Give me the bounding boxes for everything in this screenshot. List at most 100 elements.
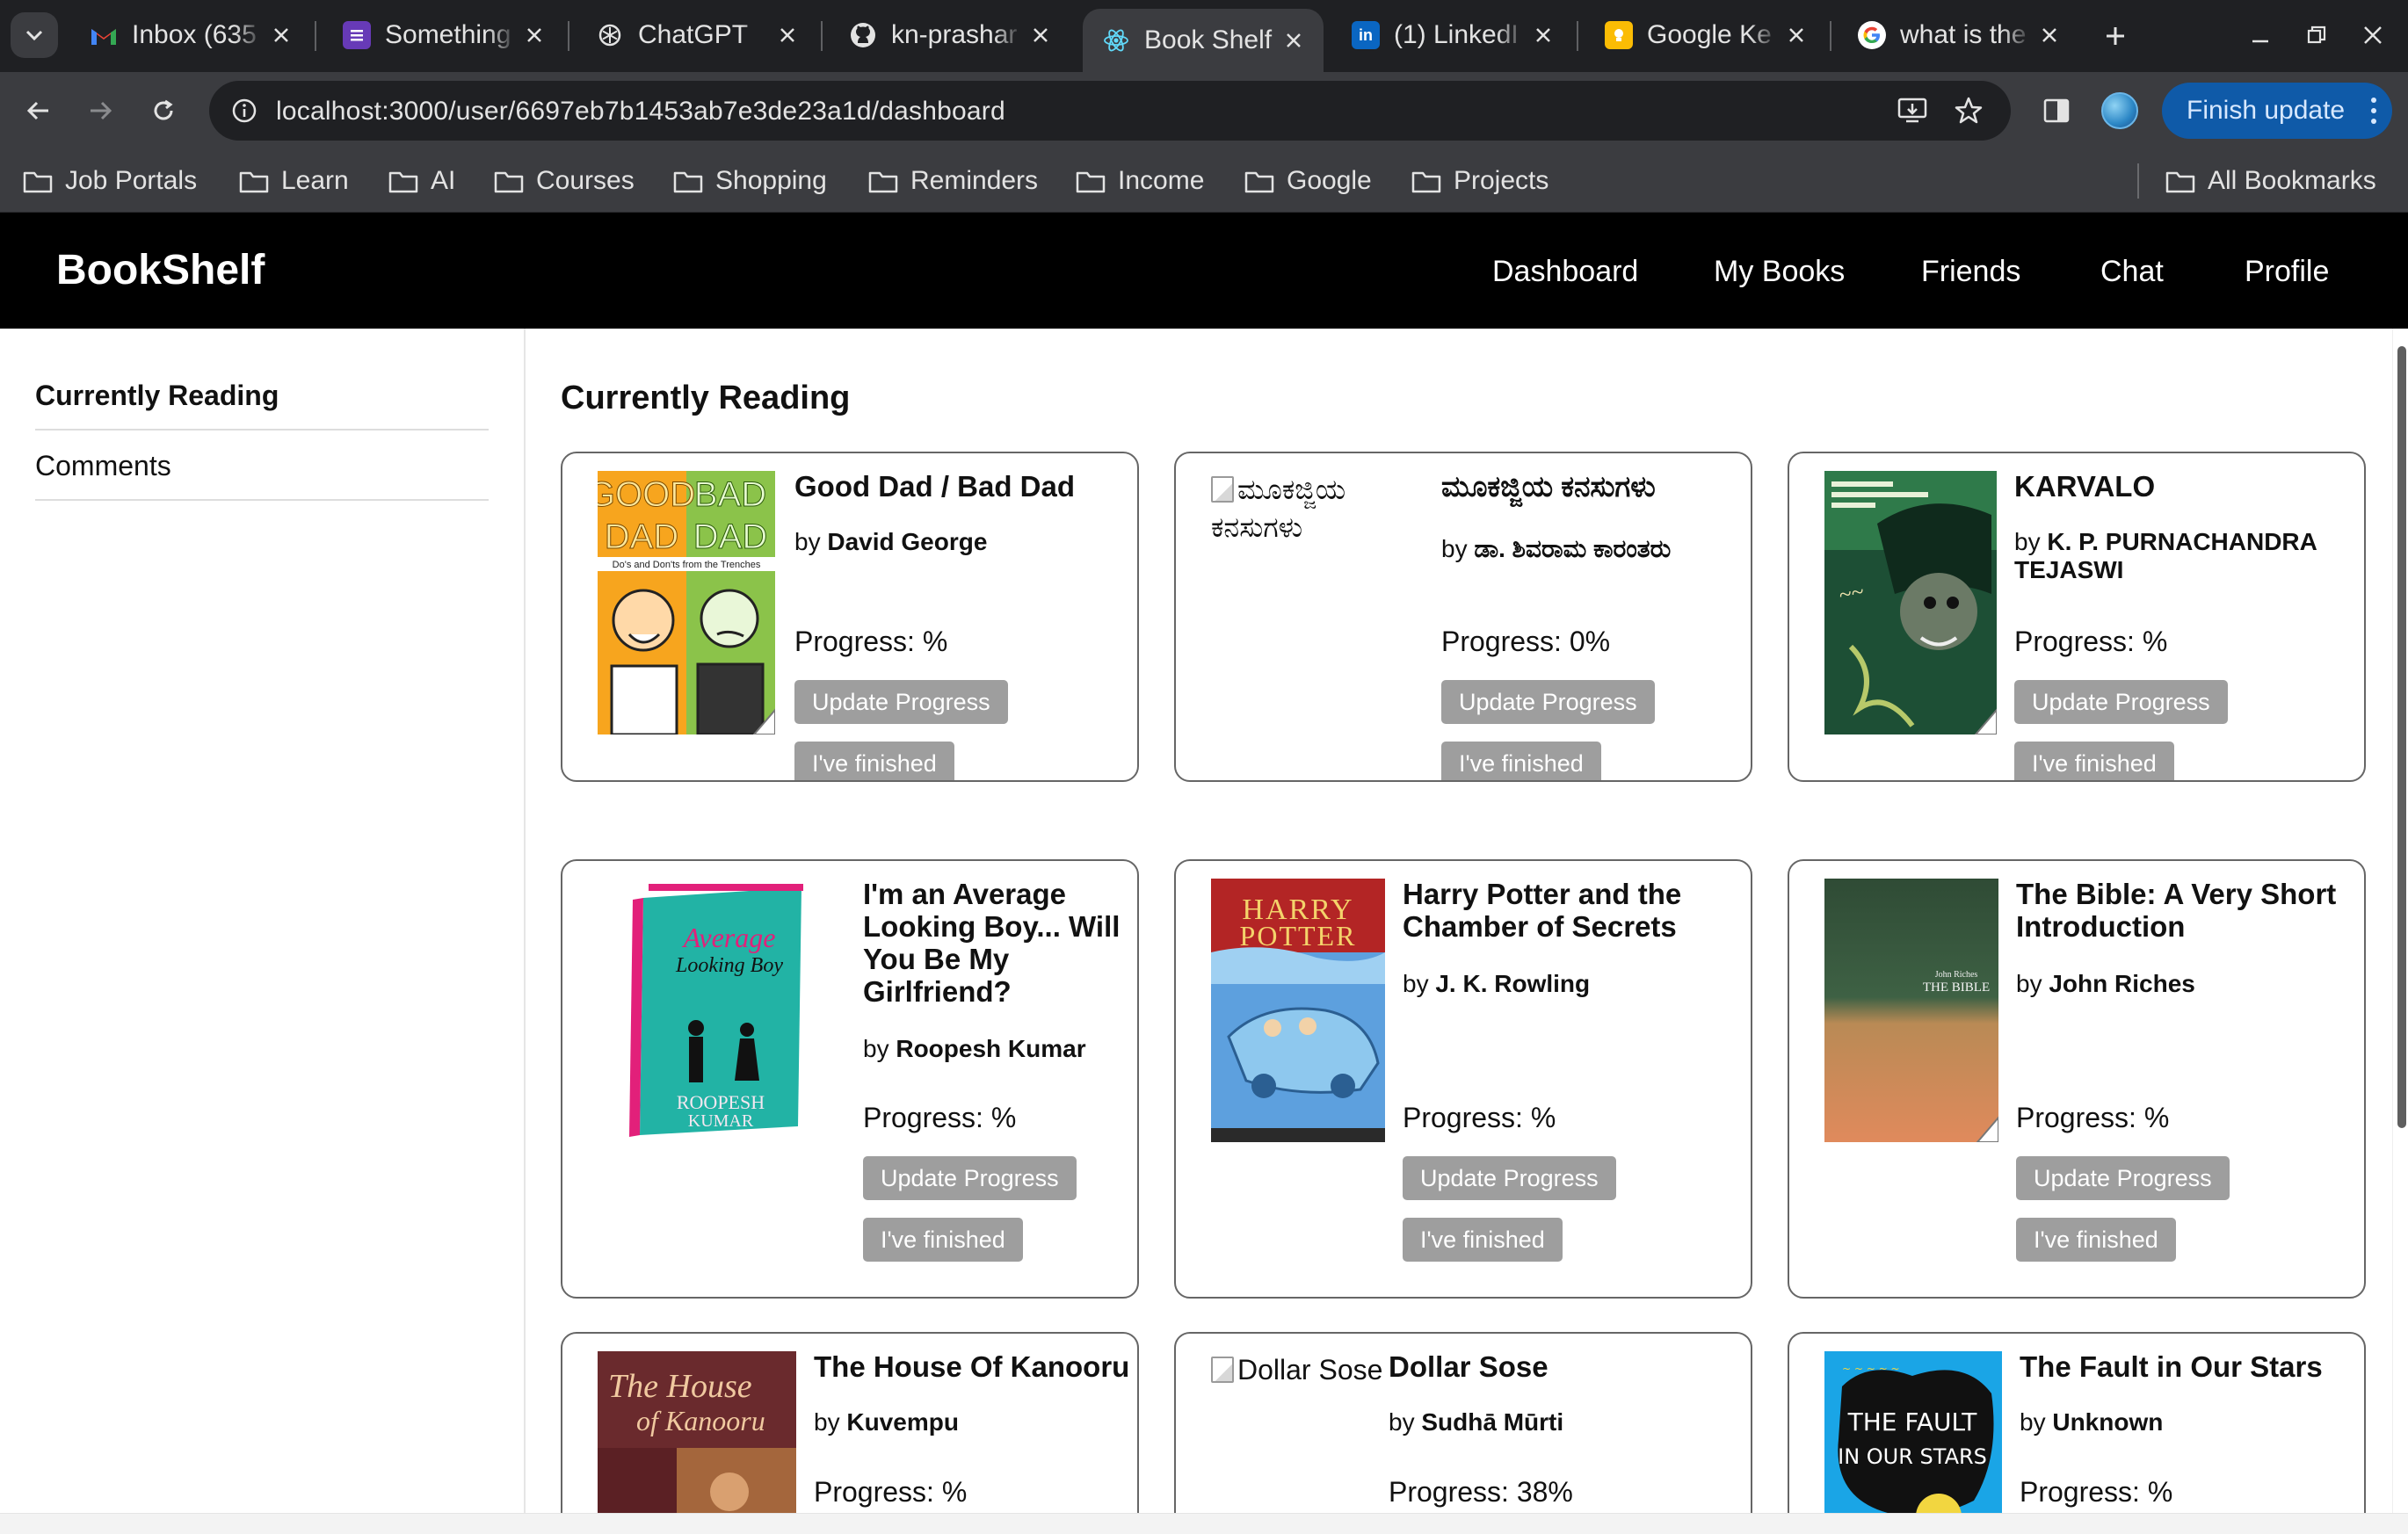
book-title[interactable]: KARVALO: [2014, 470, 2348, 503]
close-icon[interactable]: [1276, 23, 1311, 58]
update-progress-button[interactable]: Update Progress: [794, 680, 1008, 724]
gmail-icon: [90, 21, 118, 49]
tab-gmail[interactable]: Inbox (635: [65, 9, 311, 62]
all-bookmarks[interactable]: All Bookmarks: [2165, 162, 2376, 200]
nav-friends[interactable]: Friends: [1921, 255, 2020, 289]
bookmark-reminders[interactable]: Reminders: [868, 162, 1038, 200]
address-bar[interactable]: localhost:3000/user/6697eb7b1453ab7e3de2…: [209, 81, 2011, 141]
book-title[interactable]: I'm an Average Looking Boy... Will You B…: [863, 878, 1123, 1009]
finish-update-button[interactable]: Finish update: [2162, 83, 2392, 139]
profile-avatar[interactable]: [2095, 86, 2144, 135]
book-author: by K. P. PURNACHANDRA TEJASWI: [2014, 528, 2348, 584]
bookmark-income[interactable]: Income: [1076, 162, 1204, 200]
bookmark-label: Job Portals: [65, 166, 198, 195]
book-title[interactable]: Harry Potter and the Chamber of Secrets: [1403, 878, 1737, 944]
close-icon[interactable]: [517, 18, 552, 53]
bookmark-star-icon[interactable]: [1947, 90, 1990, 132]
tab-google-search[interactable]: what is the: [1833, 9, 2079, 62]
close-icon[interactable]: [2032, 18, 2067, 53]
broken-image-icon: [1211, 476, 1234, 503]
author-name: Unknown: [2052, 1407, 2164, 1436]
sidebar-item-comments[interactable]: Comments: [35, 432, 489, 501]
reload-button[interactable]: [139, 86, 188, 135]
finished-button[interactable]: I've finished: [2014, 742, 2174, 780]
tab-forms[interactable]: Something: [318, 9, 564, 62]
close-icon[interactable]: [1526, 18, 1561, 53]
bookmark-learn[interactable]: Learn: [239, 162, 349, 200]
update-progress-button[interactable]: Update Progress: [2016, 1156, 2230, 1200]
bookmark-courses[interactable]: Courses: [494, 162, 635, 200]
tab-google-keep[interactable]: Google Ke: [1580, 9, 1826, 62]
forward-button[interactable]: [76, 86, 125, 135]
close-window-button[interactable]: [2348, 14, 2397, 56]
sidebar-item-currently-reading[interactable]: Currently Reading: [35, 362, 489, 431]
restore-button[interactable]: [2292, 14, 2341, 56]
book-cover[interactable]: Average Looking Boy ROOPESH KUMAR: [598, 879, 844, 1142]
update-progress-button[interactable]: Update Progress: [863, 1156, 1077, 1200]
site-info-icon[interactable]: [225, 91, 264, 130]
finished-button[interactable]: I've finished: [1403, 1218, 1563, 1262]
update-progress-button[interactable]: Update Progress: [2014, 680, 2228, 724]
folder-icon: [673, 169, 703, 193]
folder-icon: [23, 169, 53, 193]
update-progress-button[interactable]: Update Progress: [1403, 1156, 1616, 1200]
book-progress: Progress: 0%: [1441, 626, 1611, 657]
brand-logo[interactable]: BookShelf: [56, 246, 265, 294]
horizontal-scrollbar[interactable]: [0, 1513, 2408, 1534]
close-icon[interactable]: [264, 18, 299, 53]
book-author: by David George: [794, 528, 1120, 556]
tab-linkedin[interactable]: in (1) LinkedI: [1327, 9, 1573, 62]
bookmark-job-portals[interactable]: Job Portals: [23, 162, 197, 200]
nav-my-books[interactable]: My Books: [1714, 255, 1845, 289]
book-title[interactable]: ಮೂಕಜ್ಜಿಯ ಕನಸುಗಳು: [1441, 470, 1740, 503]
book-cover[interactable]: HARRY POTTER: [1211, 879, 1385, 1142]
book-title[interactable]: The Bible: A Very Short Introduction: [2016, 878, 2350, 944]
book-cover[interactable]: The House of Kanooru: [598, 1351, 796, 1513]
bookmark-shopping[interactable]: Shopping: [673, 162, 827, 200]
tab-search-button[interactable]: [11, 12, 58, 58]
svg-text:Average: Average: [682, 922, 776, 953]
book-title[interactable]: The House Of Kanooru: [814, 1350, 1130, 1384]
author-name: David George: [827, 527, 988, 555]
nav-dashboard[interactable]: Dashboard: [1492, 255, 1638, 289]
bookmark-ai[interactable]: AI: [388, 162, 455, 200]
book-card: John Riches THE BIBLE The Bible: A Very …: [1788, 859, 2366, 1299]
book-cover-broken-image[interactable]: Dollar Sose: [1211, 1351, 1387, 1389]
tab-github[interactable]: kn-prashar: [824, 9, 1070, 62]
new-tab-button[interactable]: [2095, 16, 2136, 56]
finished-button[interactable]: I've finished: [863, 1218, 1023, 1262]
book-cover[interactable]: ~~: [1824, 471, 1997, 734]
scrollbar-thumb[interactable]: [2397, 346, 2406, 1128]
url-text[interactable]: localhost:3000/user/6697eb7b1453ab7e3de2…: [276, 97, 1005, 127]
book-title[interactable]: Good Dad / Bad Dad: [794, 470, 1120, 503]
book-cover[interactable]: GOOD BAD DAD DAD Do's and Don'ts from th…: [598, 471, 775, 734]
book-progress: Progress: %: [863, 1102, 1017, 1133]
book-title[interactable]: The Fault in Our Stars: [2020, 1350, 2354, 1384]
back-button[interactable]: [14, 86, 63, 135]
book-cover-broken-image[interactable]: ಮೂಕಜ್ಜಿಯ ಕನಸುಗಳು: [1211, 471, 1431, 546]
finished-button[interactable]: I've finished: [2016, 1218, 2176, 1262]
install-app-icon[interactable]: [1891, 90, 1933, 132]
close-icon[interactable]: [770, 18, 805, 53]
tab-chatgpt[interactable]: ChatGPT: [571, 9, 817, 62]
close-icon: [2364, 26, 2382, 44]
side-panel-icon[interactable]: [2032, 86, 2081, 135]
minimize-button[interactable]: [2236, 14, 2285, 56]
bookmark-projects[interactable]: Projects: [1411, 162, 1549, 200]
update-progress-button[interactable]: Update Progress: [1441, 680, 1655, 724]
folder-icon: [1076, 169, 1106, 193]
book-cover[interactable]: THE FAULT IN OUR STARS ~ ~ ~ ~ ~: [1824, 1351, 2002, 1513]
close-icon[interactable]: [1023, 18, 1058, 53]
nav-chat[interactable]: Chat: [2100, 255, 2164, 289]
nav-profile[interactable]: Profile: [2245, 255, 2329, 289]
finished-button[interactable]: I've finished: [1441, 742, 1601, 780]
folder-icon: [239, 169, 269, 193]
svg-text:Do's and Don'ts from the Trenc: Do's and Don'ts from the Trenches: [613, 560, 761, 570]
book-title[interactable]: Dollar Sose: [1389, 1350, 1740, 1384]
svg-text:The House: The House: [608, 1368, 752, 1405]
bookmark-google[interactable]: Google: [1244, 162, 1372, 200]
close-icon[interactable]: [1779, 18, 1814, 53]
tab-bookshelf[interactable]: Book Shelf: [1083, 9, 1324, 72]
finished-button[interactable]: I've finished: [794, 742, 954, 780]
book-cover[interactable]: John Riches THE BIBLE: [1824, 879, 1998, 1142]
